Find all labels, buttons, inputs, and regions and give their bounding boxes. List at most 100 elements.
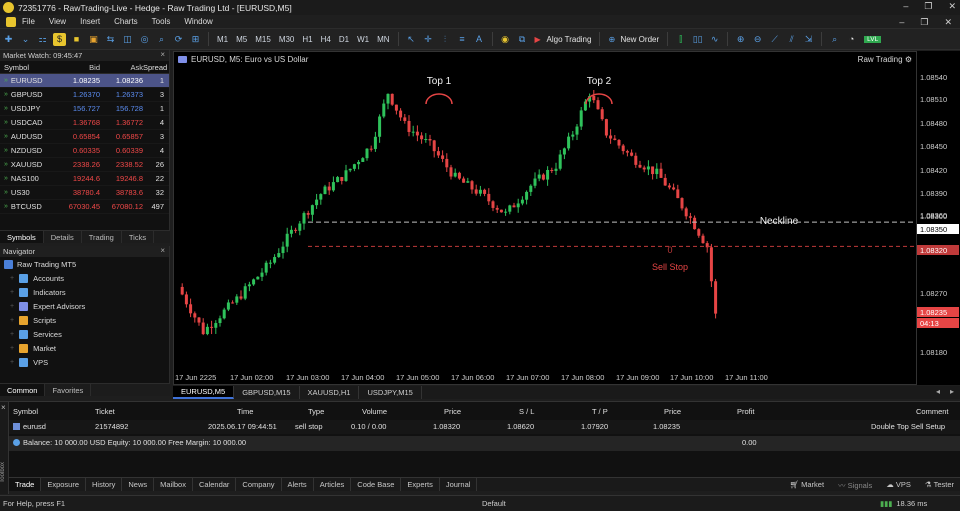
zoom-out-icon[interactable]: ⊖ <box>751 33 764 46</box>
time-axis[interactable]: 17 Jun 2225 17 Jun 02:00 17 Jun 03:00 17… <box>173 370 917 384</box>
tab-details[interactable]: Details <box>44 231 82 243</box>
order-tp[interactable]: 1.07920 <box>581 422 608 431</box>
timeframe-d1[interactable]: D1 <box>339 35 349 44</box>
bar-chart-icon[interactable]: ⫿ <box>674 33 687 46</box>
timeframe-m5[interactable]: M5 <box>236 35 247 44</box>
tab-tester[interactable]: ⚗ Tester <box>925 480 954 491</box>
cursor-icon[interactable]: ↖ <box>405 33 418 46</box>
menu-app-icon[interactable] <box>6 16 16 27</box>
scroll-right-icon[interactable]: ▸ <box>950 387 954 396</box>
minimize-button[interactable]: – <box>903 1 908 12</box>
menu-window[interactable]: Window <box>184 17 212 26</box>
tab-trade[interactable]: Trade <box>9 478 42 491</box>
col-sl[interactable]: S / L <box>519 407 534 416</box>
table-row[interactable]: » GBPUSD 1.26370 1.26373 3 <box>0 88 169 102</box>
profiles-icon[interactable]: $ <box>53 32 66 46</box>
tab-symbols[interactable]: Symbols <box>0 231 44 243</box>
notifications-icon[interactable]: ◔ <box>845 33 858 46</box>
col-comment[interactable]: Comment <box>916 407 949 416</box>
child-restore-button[interactable]: ❐ <box>920 17 928 28</box>
candlestick-icon[interactable]: ▯▯ <box>691 33 704 46</box>
zoom-icon[interactable]: ⌕ <box>155 33 168 46</box>
table-row[interactable]: eurusd 21574892 2025.06.17 09:44:51 sell… <box>9 420 960 434</box>
header-ask[interactable]: Ask <box>100 63 143 72</box>
navigator-root[interactable]: Raw Trading MT5 <box>0 257 169 271</box>
new-chart-icon[interactable]: ⚏ <box>36 33 49 46</box>
table-row[interactable]: » US30 38780.4 38783.6 32 <box>0 186 169 200</box>
header-bid[interactable]: Bid <box>66 63 100 72</box>
col-symbol[interactable]: Symbol <box>13 407 38 416</box>
line-chart-icon[interactable]: ∿ <box>708 33 721 46</box>
menu-view[interactable]: View <box>49 17 66 26</box>
header-symbol[interactable]: Symbol <box>0 63 66 72</box>
signal-feed-icon[interactable]: ◉ <box>499 33 512 46</box>
table-row[interactable]: » NAS100 19244.6 19246.8 22 <box>0 172 169 186</box>
col-volume[interactable]: Volume <box>362 407 387 416</box>
header-spread[interactable]: Spread <box>143 63 168 72</box>
chart-tab-eurusd[interactable]: EURUSD,M5 <box>173 386 235 399</box>
chart-tab-usdjpy[interactable]: USDJPY,M15 <box>359 386 422 399</box>
navigator-item-market[interactable]: + Market <box>0 341 169 355</box>
timeframe-m1[interactable]: M1 <box>217 35 228 44</box>
zoom-in-icon[interactable]: ⊕ <box>734 33 747 46</box>
tab-journal[interactable]: Journal <box>440 478 478 491</box>
dropdown-arrows-icon[interactable]: ⌄ <box>19 33 32 46</box>
col-type[interactable]: Type <box>308 407 324 416</box>
table-row[interactable]: » AUDUSD 0.65854 0.65857 3 <box>0 130 169 144</box>
tab-experts[interactable]: Experts <box>401 478 440 491</box>
menu-insert[interactable]: Insert <box>80 17 100 26</box>
fibonacci-icon[interactable]: ≡ <box>456 33 469 46</box>
lock-icon[interactable]: ■ <box>70 33 83 46</box>
tab-market[interactable]: 🛒︎ Market <box>790 480 825 491</box>
menu-file[interactable]: File <box>22 17 35 26</box>
scroll-left-icon[interactable]: ◂ <box>936 387 940 396</box>
timeframe-m30[interactable]: M30 <box>279 35 295 44</box>
price-axis[interactable]: 1.08540 1.08510 1.08480 1.08450 1.08420 … <box>917 51 960 385</box>
algo-trading-button[interactable]: ▶ Algo Trading <box>535 35 592 44</box>
tab-common[interactable]: Common <box>0 384 46 396</box>
text-label-icon[interactable]: A <box>473 33 486 46</box>
timeframe-h1[interactable]: H1 <box>302 35 312 44</box>
col-time[interactable]: Time <box>237 407 253 416</box>
candlestick-chart[interactable]: Top 1 Top 2 Neckline 0 Sell Stop <box>174 52 916 372</box>
table-row[interactable]: » XAUUSD 2338.26 2338.52 26 <box>0 158 169 172</box>
autoscroll-icon[interactable]: ⇲ <box>802 33 815 46</box>
tab-articles[interactable]: Articles <box>314 478 352 491</box>
tab-ticks[interactable]: Ticks <box>122 231 155 243</box>
trendline-icon[interactable]: ⟋ <box>768 33 781 46</box>
status-connection[interactable]: ▮▮▮ 18.36 ms <box>880 499 927 508</box>
tab-code-base[interactable]: Code Base <box>351 478 402 491</box>
crosshair-icon[interactable]: ✛ <box>422 33 435 46</box>
navigator-item-services[interactable]: + Services <box>0 327 169 341</box>
new-order-button[interactable]: ⊕ New Order <box>608 35 659 44</box>
tab-company[interactable]: Company <box>236 478 282 491</box>
navigator-item-vps[interactable]: + VPS <box>0 355 169 369</box>
tab-history[interactable]: History <box>86 478 123 491</box>
tester-icon[interactable]: ⟳ <box>172 33 185 46</box>
close-icon[interactable]: × <box>160 50 165 59</box>
tab-exposure[interactable]: Exposure <box>41 478 87 491</box>
navigator-item-accounts[interactable]: + Accounts <box>0 271 169 285</box>
order-sl[interactable]: 1.08620 <box>507 422 534 431</box>
menu-charts[interactable]: Charts <box>114 17 138 26</box>
maximize-button[interactable]: ❐ <box>924 1 932 12</box>
crosshair-plus-icon[interactable]: ✚ <box>2 33 15 46</box>
col-current-price[interactable]: Price <box>664 407 681 416</box>
col-price[interactable]: Price <box>444 407 461 416</box>
col-profit[interactable]: Profit <box>737 407 755 416</box>
chart-tab-gbpusd[interactable]: GBPUSD,M15 <box>234 386 300 399</box>
child-minimize-button[interactable]: – <box>899 17 904 28</box>
lvl-badge[interactable]: LVL <box>864 35 882 43</box>
market-icon[interactable]: ◫ <box>121 33 134 46</box>
navigator-item-scripts[interactable]: + Scripts <box>0 313 169 327</box>
search-icon[interactable]: ⌕ <box>828 33 841 46</box>
grid-icon[interactable]: ⊞ <box>189 33 202 46</box>
table-row[interactable]: » NZDUSD 0.60335 0.60339 4 <box>0 144 169 158</box>
navigator-item-expert-advisors[interactable]: + Expert Advisors <box>0 299 169 313</box>
tab-vps[interactable]: ☁ VPS <box>886 480 911 491</box>
table-row[interactable]: » USDJPY 156.727 156.728 1 <box>0 102 169 116</box>
col-ticket[interactable]: Ticket <box>95 407 115 416</box>
timeframe-mn[interactable]: MN <box>377 35 389 44</box>
channel-icon[interactable]: ⫽ <box>785 33 798 46</box>
close-icon[interactable]: × <box>1 403 6 412</box>
